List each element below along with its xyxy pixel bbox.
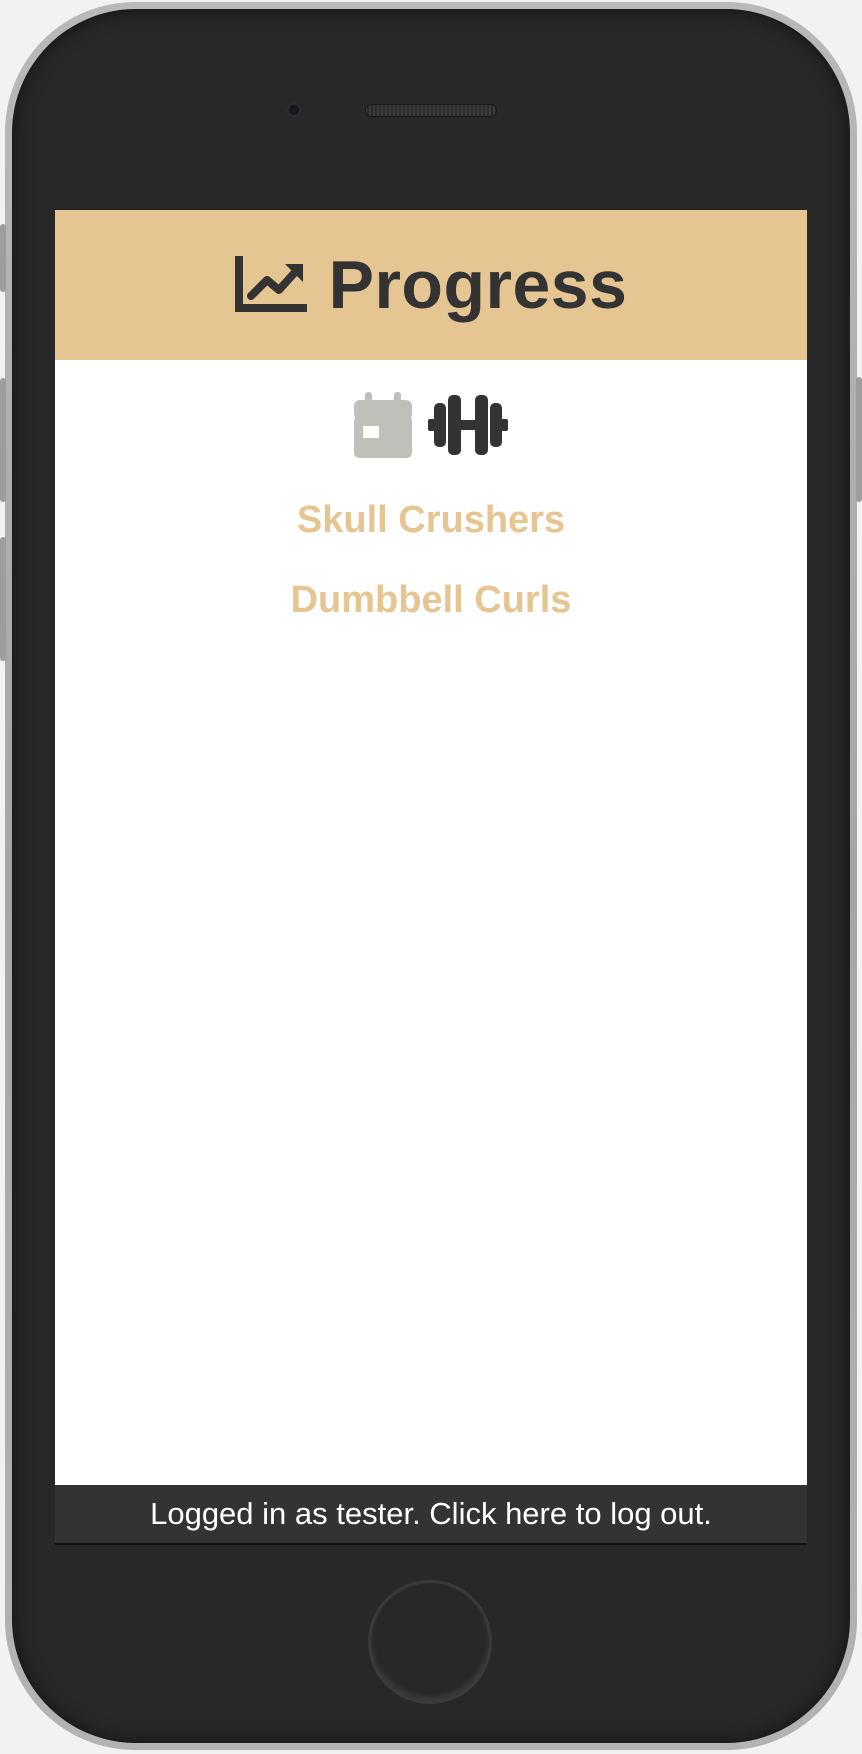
logout-footer[interactable]: Logged in as tester. Click here to log o… [55, 1485, 807, 1545]
page-header: Progress [55, 210, 807, 360]
phone-volume-up [0, 378, 6, 502]
view-switcher [55, 392, 807, 458]
exercise-link-dumbbell-curls[interactable]: Dumbbell Curls [55, 578, 807, 658]
earpiece-speaker [365, 104, 497, 117]
front-camera [286, 102, 302, 118]
exercise-link-skull-crushers[interactable]: Skull Crushers [55, 498, 807, 578]
home-button[interactable] [368, 1580, 492, 1704]
chart-line-icon [234, 256, 307, 314]
phone-silent-switch [0, 224, 6, 292]
phone-volume-down [0, 537, 6, 661]
page-title: Progress [328, 247, 628, 323]
exercise-list: Skull Crushers Dumbbell Curls [55, 498, 807, 658]
phone-power-button [856, 377, 862, 502]
dumbbell-icon[interactable] [428, 395, 508, 455]
calendar-icon[interactable] [354, 392, 412, 458]
app-screen: Progress Skull Crushers Dumbbell Curls L… [55, 210, 807, 1545]
